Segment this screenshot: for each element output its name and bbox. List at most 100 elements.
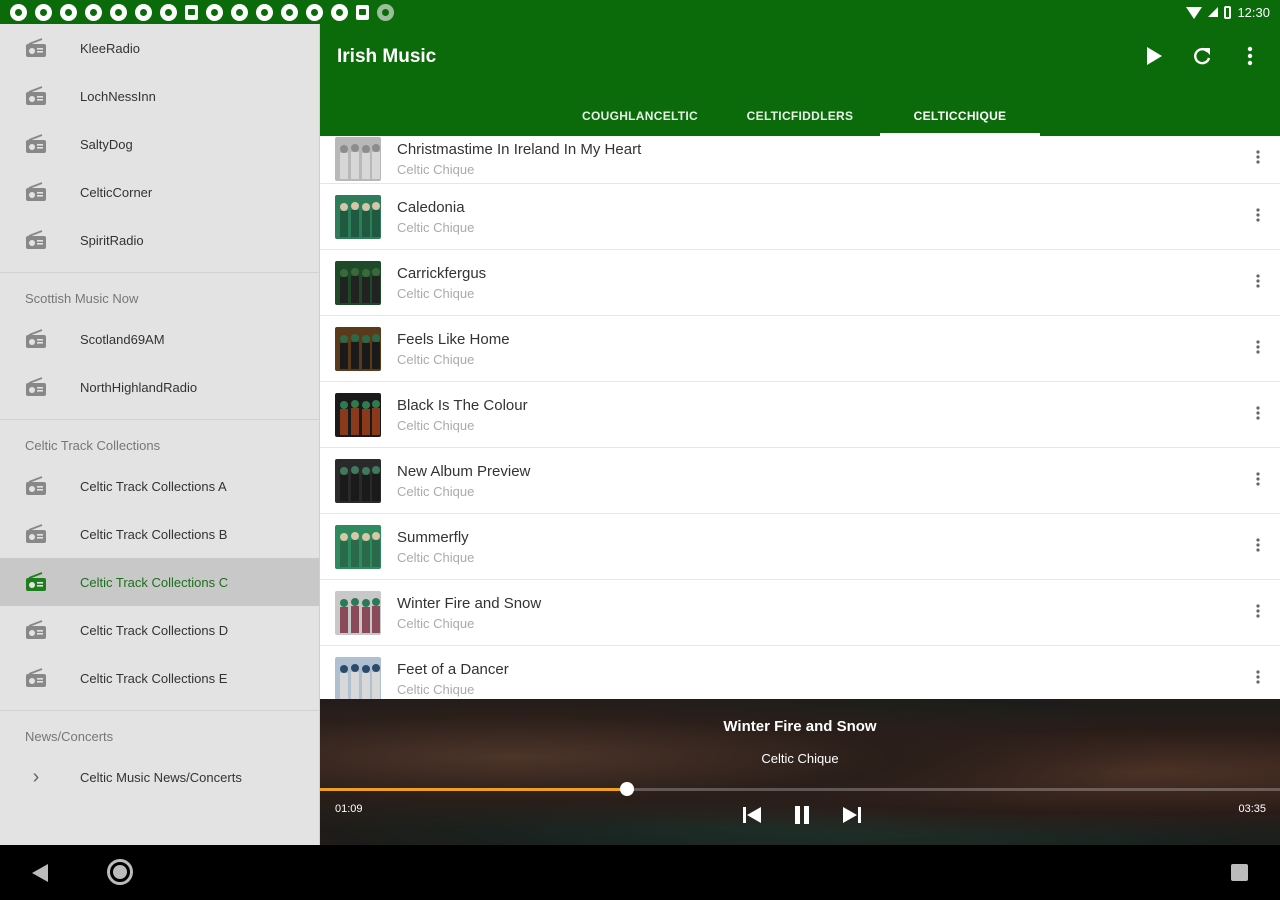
more-vert-icon[interactable] [1248, 471, 1268, 490]
track-title: Feels Like Home [397, 330, 510, 348]
current-time: 01:09 [335, 803, 363, 815]
next-button[interactable] [840, 803, 864, 827]
drawer-item-label: Scotland69AM [80, 331, 165, 347]
previous-button[interactable] [740, 803, 764, 827]
radio-icon [25, 476, 47, 496]
track-title: Carrickfergus [397, 264, 487, 282]
system-nav-bar [0, 845, 1280, 900]
album-art-thumbnail [335, 136, 381, 181]
track-row[interactable]: New Album Preview Celtic Chique [320, 448, 1280, 514]
status-time: 12:30 [1237, 4, 1270, 20]
album-art-thumbnail [335, 392, 381, 437]
pause-button[interactable] [790, 803, 814, 827]
track-title: Christmastime In Ireland In My Heart [397, 140, 642, 158]
drawer-section-header: Scottish Music Now [25, 290, 139, 306]
more-vert-icon[interactable] [1248, 273, 1268, 292]
drawer-item-celtic-track-collections-c[interactable]: Celtic Track Collections C [0, 558, 319, 606]
drawer-item-celtic-music-news-concerts[interactable]: › Celtic Music News/Concerts [0, 753, 319, 801]
back-icon[interactable] [32, 864, 48, 882]
notification-icon [256, 3, 273, 21]
album-art-thumbnail [335, 260, 381, 305]
track-row[interactable]: Caledonia Celtic Chique [320, 184, 1280, 250]
track-row[interactable]: Feels Like Home Celtic Chique [320, 316, 1280, 382]
album-art-thumbnail [335, 524, 381, 569]
navigation-drawer: KleeRadio LochNessInn SaltyDog CelticCorner… [0, 24, 320, 845]
play-button[interactable] [1142, 44, 1166, 68]
track-artist: Celtic Chique [397, 483, 475, 499]
album-art-thumbnail [335, 590, 381, 635]
square-icon [185, 4, 198, 20]
album-art-thumbnail [335, 326, 381, 371]
notification-icon [231, 3, 248, 21]
drawer-item-celtic-track-collections-b[interactable]: Celtic Track Collections B [0, 510, 319, 558]
album-art-thumbnail [335, 458, 381, 503]
radio-icon [25, 377, 47, 397]
track-row[interactable]: Black Is The Colour Celtic Chique [320, 382, 1280, 448]
notification-icon [60, 3, 77, 21]
track-row[interactable]: Feet of a Dancer Celtic Chique [320, 646, 1280, 699]
more-vert-icon[interactable] [1248, 149, 1268, 168]
drawer-item-spiritradio[interactable]: SpiritRadio [0, 216, 319, 264]
pause-icon [795, 806, 809, 824]
drawer-section-header: News/Concerts [25, 728, 114, 744]
track-title: Feet of a Dancer [397, 660, 509, 678]
radio-icon [25, 620, 47, 640]
track-list[interactable]: Christmastime In Ireland In My Heart Celt… [320, 136, 1280, 699]
tab-coughlanceltic[interactable]: COUGHLANCELTIC [560, 96, 720, 136]
drawer-item-label: SpiritRadio [80, 232, 144, 248]
drawer-item-label: CelticCorner [80, 184, 153, 200]
app-bar: Irish Music COUGHLANCELTIC CELTICFIDDLERS… [320, 24, 1280, 136]
divider [0, 272, 319, 273]
drawer-item-celtic-track-collections-a[interactable]: Celtic Track Collections A [0, 462, 319, 510]
tab-celticfiddlers[interactable]: CELTICFIDDLERS [720, 96, 880, 136]
radio-icon [25, 134, 47, 154]
drawer-item-label: Celtic Music News/Concerts [80, 769, 242, 785]
more-vert-icon[interactable] [1248, 207, 1268, 226]
drawer-item-northhighlandradio[interactable]: NorthHighlandRadio [0, 363, 319, 411]
track-artist: Celtic Chique [397, 681, 475, 697]
drawer-item-label: KleeRadio [80, 40, 140, 56]
now-playing-artist: Celtic Chique [761, 751, 839, 766]
more-vert-icon[interactable] [1248, 339, 1268, 358]
drawer-item-label: SaltyDog [80, 136, 133, 152]
track-row[interactable]: Christmastime In Ireland In My Heart Celt… [320, 136, 1280, 184]
radio-icon [25, 524, 47, 544]
skip-next-icon [843, 807, 861, 823]
refresh-button[interactable] [1190, 44, 1214, 68]
track-artist: Celtic Chique [397, 615, 475, 631]
recent-apps-icon[interactable] [1231, 864, 1248, 881]
track-row[interactable]: Summerfly Celtic Chique [320, 514, 1280, 580]
drawer-item-scotland69am[interactable]: Scotland69AM [0, 315, 319, 363]
battery-icon [1224, 5, 1232, 19]
track-artist: Celtic Chique [397, 351, 475, 367]
drawer-item-celticcorner[interactable]: CelticCorner [0, 168, 319, 216]
drawer-item-label: Celtic Track Collections A [80, 478, 227, 494]
notification-icons [10, 3, 394, 21]
notification-icon [377, 3, 394, 21]
track-title: Summerfly [397, 528, 469, 546]
drawer-item-celtic-track-collections-d[interactable]: Celtic Track Collections D [0, 606, 319, 654]
more-vert-icon[interactable] [1248, 603, 1268, 622]
drawer-item-celtic-track-collections-e[interactable]: Celtic Track Collections E [0, 654, 319, 702]
seek-bar[interactable] [320, 782, 1280, 796]
gear-icon [110, 3, 127, 21]
drawer-item-label: Celtic Track Collections C [80, 574, 229, 590]
album-art-thumbnail [335, 656, 381, 699]
page-title: Irish Music [337, 46, 437, 67]
drawer-item-saltydog[interactable]: SaltyDog [0, 120, 319, 168]
drawer-item-label: Celtic Track Collections E [80, 670, 228, 686]
more-vert-icon[interactable] [1248, 669, 1268, 688]
drawer-item-lochnessinn[interactable]: LochNessInn [0, 72, 319, 120]
notification-icon [35, 3, 52, 21]
notification-icon [306, 3, 323, 21]
signal-icon [1208, 7, 1219, 17]
drawer-item-kleeradio[interactable]: KleeRadio [0, 24, 319, 72]
home-icon[interactable] [107, 859, 133, 885]
more-vert-icon[interactable] [1248, 405, 1268, 424]
notification-icon [281, 3, 298, 21]
more-vert-icon[interactable] [1248, 537, 1268, 556]
overflow-menu-button[interactable] [1238, 44, 1262, 68]
track-row[interactable]: Winter Fire and Snow Celtic Chique [320, 580, 1280, 646]
track-row[interactable]: Carrickfergus Celtic Chique [320, 250, 1280, 316]
tab-celticchique[interactable]: CELTICCHIQUE [880, 96, 1040, 136]
